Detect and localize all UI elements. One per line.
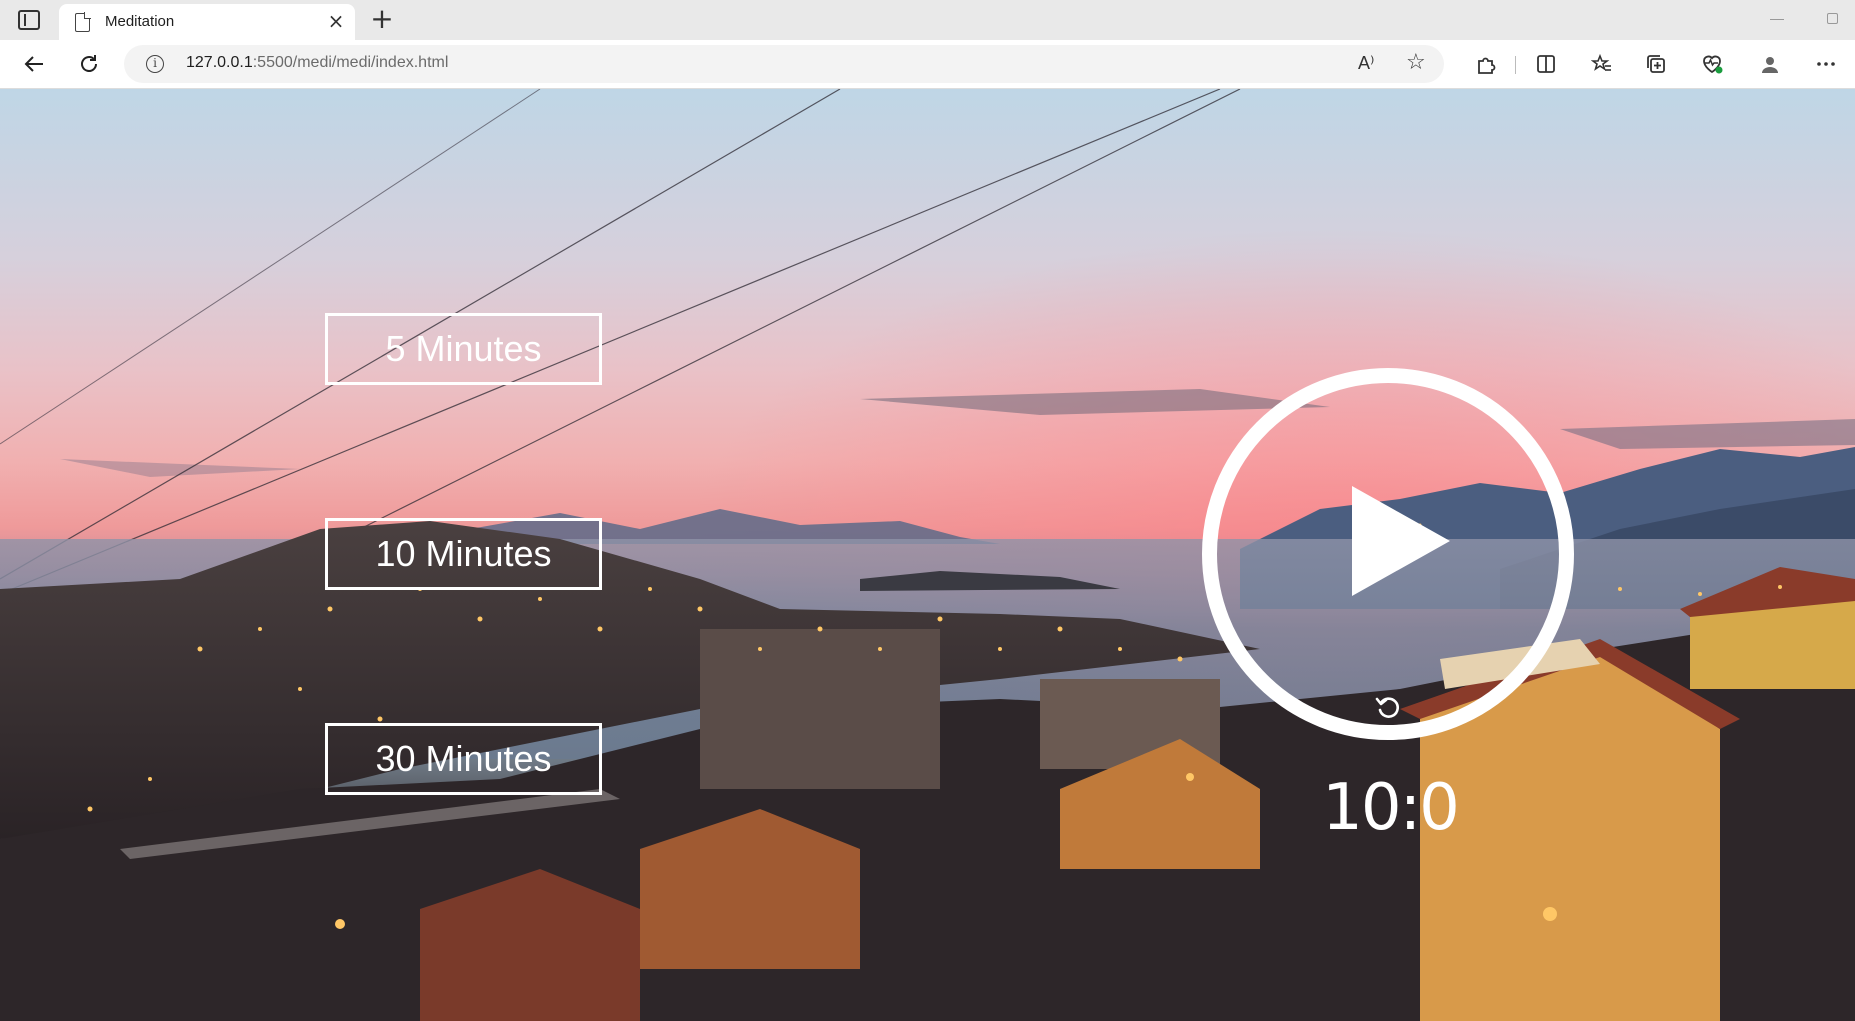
restore-icon[interactable] bbox=[1827, 13, 1838, 24]
heart-pulse-icon[interactable] bbox=[1696, 48, 1728, 80]
puzzle-icon[interactable] bbox=[1470, 48, 1502, 80]
sunset-city-background bbox=[0, 89, 1855, 1021]
plus-icon[interactable]: + bbox=[368, 5, 396, 33]
read-aloud-icon[interactable]: A⁾ bbox=[1358, 53, 1374, 74]
minimize-icon[interactable] bbox=[1770, 19, 1784, 20]
browser-toolbar: i 127.0.0.1:5500/medi/medi/index.html A⁾… bbox=[0, 40, 1855, 89]
timer-10-minutes-button[interactable]: 10 Minutes bbox=[325, 518, 602, 590]
replay-icon[interactable] bbox=[1374, 693, 1402, 721]
url-host: 127.0.0.1 bbox=[186, 54, 253, 71]
sidebar-toggle-icon[interactable] bbox=[18, 10, 40, 30]
browser-tab-meditation[interactable]: Meditation × bbox=[59, 4, 355, 40]
play-icon[interactable] bbox=[1352, 486, 1462, 596]
page-icon bbox=[75, 12, 91, 32]
url-path: :5500/medi/medi/index.html bbox=[252, 54, 449, 71]
refresh-icon[interactable] bbox=[73, 48, 105, 80]
star-icon[interactable]: ☆ bbox=[1406, 50, 1426, 75]
profile-icon[interactable] bbox=[1754, 48, 1786, 80]
url-text[interactable]: 127.0.0.1:5500/medi/medi/index.html bbox=[186, 54, 448, 72]
back-arrow-icon[interactable] bbox=[18, 48, 50, 80]
collections-icon[interactable] bbox=[1640, 48, 1672, 80]
more-icon[interactable] bbox=[1810, 48, 1842, 80]
timer-5-minutes-button[interactable]: 5 Minutes bbox=[325, 313, 602, 385]
meditation-player bbox=[1202, 368, 1574, 740]
split-screen-icon[interactable] bbox=[1530, 48, 1562, 80]
browser-tab-bar: Meditation × + bbox=[0, 0, 1855, 40]
info-icon[interactable]: i bbox=[146, 55, 164, 73]
timer-30-minutes-button[interactable]: 30 Minutes bbox=[325, 723, 602, 795]
close-icon[interactable]: × bbox=[325, 10, 347, 32]
tab-title: Meditation bbox=[105, 13, 175, 30]
favorites-icon[interactable] bbox=[1586, 48, 1618, 80]
time-display: 10:0 bbox=[1322, 771, 1460, 845]
address-bar[interactable]: i 127.0.0.1:5500/medi/medi/index.html A⁾… bbox=[124, 45, 1444, 83]
meditation-app: 5 Minutes 10 Minutes 30 Minutes 10:0 bbox=[0, 89, 1855, 1021]
toolbar-separator bbox=[1515, 56, 1516, 74]
